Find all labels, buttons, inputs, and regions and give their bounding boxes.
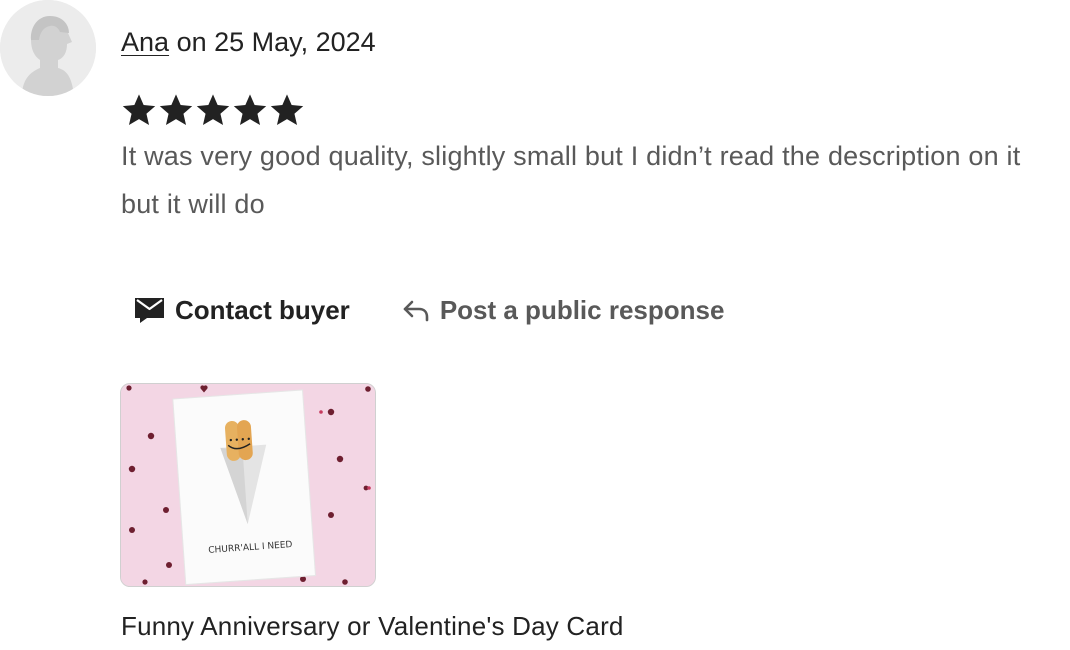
envelope-icon bbox=[134, 296, 165, 324]
avatar[interactable] bbox=[0, 0, 96, 96]
review-actions: Contact buyer Post a public response bbox=[121, 288, 724, 332]
star-icon bbox=[233, 94, 267, 126]
reviewer-name-link[interactable]: Ana bbox=[121, 27, 169, 57]
reply-arrow-icon bbox=[402, 298, 430, 322]
review-text: It was very good quality, slightly small… bbox=[121, 141, 1021, 219]
review-meta: Ana on 25 May, 2024 bbox=[121, 22, 376, 62]
star-rating bbox=[121, 92, 305, 128]
post-public-response-label: Post a public response bbox=[439, 294, 725, 325]
greeting-card-image: CHURR'ALL I NEED bbox=[121, 384, 375, 586]
review-date: on 25 May, 2024 bbox=[176, 27, 376, 57]
listing-title[interactable]: Funny Anniversary or Valentine's Day Car… bbox=[121, 606, 624, 646]
post-public-response-button[interactable]: Post a public response bbox=[402, 294, 725, 326]
contact-buyer-button[interactable]: Contact buyer bbox=[121, 295, 350, 326]
star-icon bbox=[159, 94, 193, 126]
review-item: Ana on 25 May, 2024 It was very good qua… bbox=[0, 0, 1070, 650]
default-user-icon bbox=[0, 0, 96, 96]
contact-buyer-label: Contact buyer bbox=[175, 294, 350, 325]
star-icon bbox=[122, 94, 156, 126]
listing-thumbnail[interactable]: CHURR'ALL I NEED bbox=[120, 383, 376, 587]
star-icon bbox=[196, 94, 230, 126]
star-icon bbox=[270, 94, 304, 126]
